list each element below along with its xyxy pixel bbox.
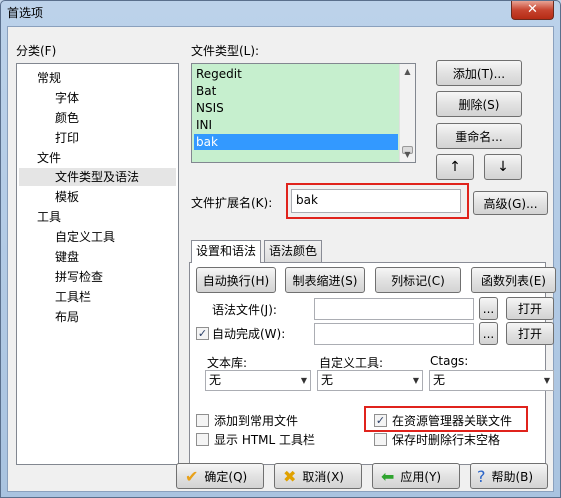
tree-item-custom-tools[interactable]: 自定义工具 xyxy=(55,228,115,246)
chevron-down-icon: ▼ xyxy=(412,376,419,385)
extension-label: 文件扩展名(K): xyxy=(191,196,273,210)
syntax-file-browse-button[interactable]: ... xyxy=(479,297,498,320)
library-label: 文本库: xyxy=(207,356,248,370)
auto-complete-checkbox[interactable]: ✓ xyxy=(196,327,209,340)
chevron-down-icon: ▼ xyxy=(300,376,307,385)
tree-item-file[interactable]: 文件 xyxy=(37,149,61,167)
help-button[interactable]: ? 帮助(B) xyxy=(470,463,548,489)
custom-tools-select-value: 无 xyxy=(321,373,334,387)
auto-complete-label: 自动完成(W): xyxy=(212,327,286,341)
apply-button[interactable]: ⬅ 应用(Y) xyxy=(372,463,460,489)
help-label: 帮助(B) xyxy=(491,469,534,484)
tab-control: 设置和语法 语法颜色 自动换行(H) 制表缩进(S) 列标记(C) 函数列表(E… xyxy=(189,240,556,465)
scroll-up-icon[interactable]: ▲ xyxy=(400,64,415,79)
list-item[interactable]: NSIS xyxy=(194,100,398,116)
window-title: 首选项 xyxy=(7,6,44,20)
list-scrollbar[interactable]: ▲ ▼ xyxy=(399,64,415,162)
syntax-file-input[interactable] xyxy=(314,298,474,320)
close-button[interactable]: ✕ xyxy=(511,1,554,20)
category-tree[interactable]: 常规 字体 颜色 打印 文件 文件类型及语法 模板 工具 自定义工具 键盘 拼写… xyxy=(16,63,179,465)
column-marker-button[interactable]: 列标记(C) xyxy=(375,267,461,293)
list-item[interactable]: Bat xyxy=(194,83,398,99)
close-x-icon: ✖ xyxy=(283,466,297,486)
tree-item-general[interactable]: 常规 xyxy=(37,69,61,87)
strip-trailing-checkbox[interactable] xyxy=(374,433,387,446)
apply-label: 应用(Y) xyxy=(400,469,442,484)
file-types-list[interactable]: Regedit Bat NSIS INI bak ▲ ▼ xyxy=(191,63,416,163)
auto-wrap-button[interactable]: 自动换行(H) xyxy=(196,267,276,293)
cancel-button[interactable]: ✖ 取消(X) xyxy=(274,463,362,489)
custom-tools-label: 自定义工具: xyxy=(319,356,384,370)
syntax-file-open-button[interactable]: 打开 xyxy=(506,297,554,320)
ctags-select-value: 无 xyxy=(433,373,446,387)
add-button[interactable]: 添加(T)... xyxy=(436,60,522,86)
tree-item-print[interactable]: 打印 xyxy=(55,129,79,147)
tree-item-file-types[interactable]: 文件类型及语法 xyxy=(19,168,176,186)
cancel-label: 取消(X) xyxy=(302,469,344,484)
show-html-toolbar-label: 显示 HTML 工具栏 xyxy=(214,433,316,447)
arrow-left-icon: ⬅ xyxy=(381,466,395,486)
add-recent-label: 添加到常用文件 xyxy=(214,414,299,428)
category-label: 分类(F) xyxy=(16,44,57,58)
file-types-label: 文件类型(L): xyxy=(191,44,260,58)
custom-tools-select[interactable]: 无 ▼ xyxy=(317,370,423,391)
show-html-toolbar-checkbox[interactable] xyxy=(196,433,209,446)
function-list-button[interactable]: 函数列表(E) xyxy=(471,267,556,293)
dialog-client: 分类(F) 常规 字体 颜色 打印 文件 文件类型及语法 模板 工具 自定义工具… xyxy=(7,26,556,492)
close-icon: ✕ xyxy=(527,2,538,17)
chevron-down-icon: ▼ xyxy=(543,376,550,385)
add-recent-checkbox[interactable] xyxy=(196,414,209,427)
tree-item-templates[interactable]: 模板 xyxy=(55,188,79,206)
tab-colors[interactable]: 语法颜色 xyxy=(264,240,323,262)
list-item[interactable]: Regedit xyxy=(194,66,398,82)
ok-button[interactable]: ✔ 确定(Q) xyxy=(176,463,264,489)
move-down-button[interactable]: ↓ xyxy=(484,154,522,180)
auto-complete-input[interactable] xyxy=(314,323,474,345)
tree-item-tools[interactable]: 工具 xyxy=(37,208,61,226)
preferences-window: 首选项 ✕ 分类(F) 常规 字体 颜色 打印 文件 文件类型及语法 模板 工具… xyxy=(0,0,561,498)
library-select-value: 无 xyxy=(209,373,222,387)
delete-button[interactable]: 删除(S) xyxy=(436,91,522,117)
tree-item-layout[interactable]: 布局 xyxy=(55,308,79,326)
move-up-button[interactable]: ↑ xyxy=(436,154,474,180)
tree-item-font[interactable]: 字体 xyxy=(55,89,79,107)
auto-complete-open-button[interactable]: 打开 xyxy=(506,322,554,345)
syntax-file-label: 语法文件(J): xyxy=(212,303,277,317)
ok-label: 确定(Q) xyxy=(204,469,248,484)
checkmark-icon: ✔ xyxy=(185,466,199,486)
rename-button[interactable]: 重命名... xyxy=(436,123,522,149)
ctags-select[interactable]: 无 ▼ xyxy=(429,370,554,391)
tab-syntax[interactable]: 设置和语法 xyxy=(191,240,262,263)
strip-trailing-label: 保存时删除行末空格 xyxy=(392,433,501,447)
library-select[interactable]: 无 ▼ xyxy=(205,370,311,391)
tab-panel: 自动换行(H) 制表缩进(S) 列标记(C) 函数列表(E) 语法文件(J): … xyxy=(189,262,556,465)
tab-indent-button[interactable]: 制表缩进(S) xyxy=(285,267,365,293)
auto-complete-browse-button[interactable]: ... xyxy=(479,322,498,345)
list-item[interactable]: INI xyxy=(194,117,398,133)
extension-highlight xyxy=(286,183,469,219)
ctags-label: Ctags: xyxy=(430,354,469,368)
advanced-button[interactable]: 高级(G)... xyxy=(473,191,548,215)
tree-item-color[interactable]: 颜色 xyxy=(55,109,79,127)
help-icon: ? xyxy=(477,466,486,486)
list-item-selected[interactable]: bak xyxy=(194,134,398,150)
scroll-down-icon[interactable]: ▼ xyxy=(400,147,415,162)
tree-item-toolbar[interactable]: 工具栏 xyxy=(55,288,91,306)
tree-item-spellcheck[interactable]: 拼写检查 xyxy=(55,268,103,286)
tree-item-keyboard[interactable]: 键盘 xyxy=(55,248,79,266)
explorer-assoc-highlight xyxy=(364,406,528,432)
